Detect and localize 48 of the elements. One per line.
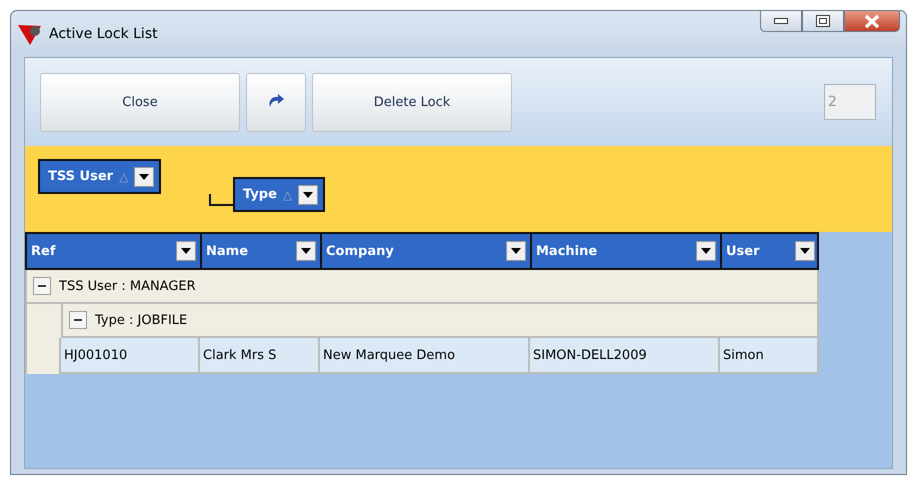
column-header[interactable]: Machine (532, 234, 722, 268)
minimize-icon (774, 18, 788, 24)
caret-icon (800, 248, 810, 254)
column-title: Ref (31, 244, 56, 258)
table-cell: HJ001010 (61, 338, 200, 372)
button[interactable]: Delete Lock (312, 72, 512, 132)
dropdown-button[interactable] (696, 241, 716, 261)
close-button[interactable] (844, 10, 900, 32)
column-header[interactable]: Name (202, 234, 322, 268)
column-title: Machine (536, 244, 598, 258)
column-header[interactable]: User (722, 234, 819, 268)
dropdown-button[interactable] (296, 241, 316, 261)
caret-icon (303, 192, 314, 198)
table-cell: Simon (720, 338, 817, 372)
column-header[interactable]: Company (322, 234, 532, 268)
group-label: TSS User : MANAGER (59, 278, 196, 294)
table-cell: New Marquee Demo (320, 338, 530, 372)
close-icon (864, 14, 880, 28)
maximize-icon (816, 15, 830, 27)
column-title: Company (326, 244, 394, 258)
dropdown-button[interactable] (298, 184, 318, 204)
app-logo-icon (17, 22, 43, 46)
column-header[interactable]: Ref (27, 234, 202, 268)
caret-icon (139, 174, 150, 180)
caret-icon (511, 248, 521, 254)
table-cell: SIMON-DELL2009 (530, 338, 720, 372)
caret-icon (181, 248, 191, 254)
sort-icon: △ (282, 188, 292, 202)
table-cell: Clark Mrs S (200, 338, 320, 372)
column-title: Name (206, 244, 248, 258)
button[interactable]: Close (40, 72, 240, 132)
caret-icon (301, 248, 311, 254)
collapse-icon[interactable] (33, 277, 51, 295)
collapse-icon[interactable] (69, 311, 87, 329)
dropdown-button[interactable] (795, 241, 815, 261)
column-title: User (726, 244, 760, 258)
dropdown-button[interactable] (134, 166, 154, 186)
maximize-button[interactable] (802, 10, 844, 32)
connector-line (209, 194, 235, 206)
dropdown-button[interactable] (176, 241, 196, 261)
dropdown-button[interactable] (506, 241, 526, 261)
group-chip[interactable]: Type △ (233, 177, 326, 212)
caret-icon (701, 248, 711, 254)
group-chip[interactable]: TSS User △ (38, 159, 162, 194)
sort-icon: △ (119, 170, 128, 184)
minimize-button[interactable] (760, 10, 802, 32)
group-label: Type : JOBFILE (95, 312, 188, 328)
window-title: Active Lock List (49, 26, 158, 42)
